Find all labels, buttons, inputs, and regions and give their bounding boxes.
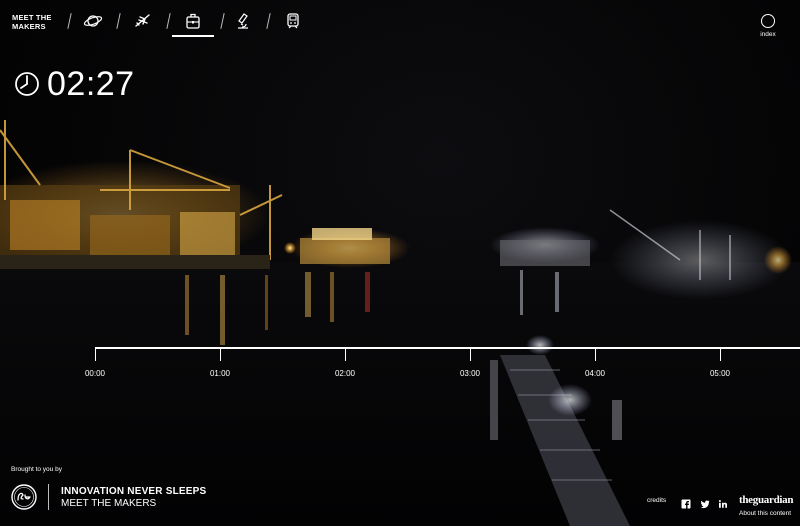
- campaign-title: INNOVATION NEVER SLEEPS: [61, 486, 207, 497]
- luggage-icon: [186, 13, 200, 29]
- airplane-icon: [135, 14, 150, 27]
- clock-time: 02:27: [47, 65, 135, 103]
- guardian-logo[interactable]: theguardian: [739, 494, 793, 506]
- planet-icon: [83, 15, 103, 27]
- linkedin-icon: [718, 500, 727, 508]
- twitter-icon: [700, 500, 710, 509]
- facebook-share-button[interactable]: [681, 496, 691, 509]
- nav-active-indicator: [172, 35, 214, 37]
- linkedin-share-button[interactable]: [718, 496, 728, 508]
- credits-link[interactable]: credits: [647, 497, 666, 504]
- timeline-tick: [345, 347, 346, 361]
- timeline-tick: [220, 347, 221, 361]
- timeline-label[interactable]: 05:00: [710, 369, 730, 378]
- timeline-label[interactable]: 04:00: [585, 369, 605, 378]
- nav-item-science[interactable]: [226, 8, 260, 34]
- timeline-tick: [95, 347, 96, 361]
- sponsor-caption: Brought to you by: [11, 466, 62, 473]
- brand-line-1: MEET THE: [12, 13, 52, 22]
- nav-item-rail[interactable]: [276, 8, 310, 34]
- nav-item-aviation[interactable]: [126, 8, 160, 34]
- nav-item-planet[interactable]: [76, 8, 110, 34]
- timeline-scrubber[interactable]: 00:00 01:00 02:00 03:00 04:00 05:00: [85, 347, 800, 387]
- facebook-icon: [681, 499, 691, 509]
- about-content-link[interactable]: About this content: [739, 510, 791, 517]
- timeline-label[interactable]: 03:00: [460, 369, 480, 378]
- timeline-tick: [720, 347, 721, 361]
- train-icon: [287, 13, 299, 29]
- timeline-label[interactable]: 00:00: [85, 369, 105, 378]
- brand-logo[interactable]: MEET THE MAKERS: [12, 13, 64, 31]
- timeline-track[interactable]: [95, 347, 800, 349]
- microscope-icon: [238, 13, 248, 29]
- timeline-label[interactable]: 01:00: [210, 369, 230, 378]
- clock-icon: [15, 72, 39, 96]
- clock-readout: 02:27: [14, 64, 135, 104]
- twitter-share-button[interactable]: [700, 496, 710, 509]
- ge-logo[interactable]: [11, 484, 37, 510]
- index-button[interactable]: index: [754, 14, 782, 38]
- timeline-tick: [595, 347, 596, 361]
- timeline-label[interactable]: 02:00: [335, 369, 355, 378]
- campaign-title-block: INNOVATION NEVER SLEEPS MEET THE MAKERS: [61, 486, 206, 509]
- campaign-subtitle: MEET THE MAKERS: [61, 498, 157, 509]
- nav-item-shipping[interactable]: [176, 8, 210, 34]
- brand-line-2: MAKERS: [12, 22, 46, 31]
- footer-separator: [48, 484, 49, 510]
- index-label: index: [760, 31, 776, 38]
- timeline-tick: [470, 347, 471, 361]
- index-circle-icon: [761, 14, 775, 28]
